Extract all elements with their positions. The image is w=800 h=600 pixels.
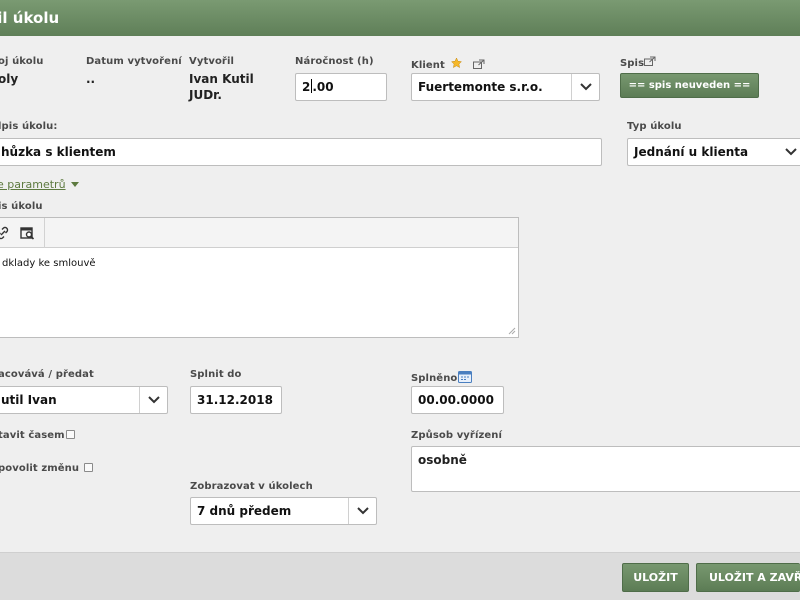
file-label: Spis: [620, 56, 656, 69]
effort-value-int: 2: [302, 80, 311, 94]
description-label: is úkolu: [0, 201, 43, 212]
task-title-label: lpis úkolu:: [0, 121, 58, 132]
done-date-label: Splněno: [411, 369, 473, 386]
task-detail-form: oj úkolu oly Datum vytvoření .. Vytvořil…: [0, 36, 800, 552]
done-date-label-text: Splněno: [411, 373, 458, 384]
task-type-select[interactable]: Jednání u klienta: [627, 138, 800, 166]
client-select[interactable]: Fuertemonte s.r.o.: [411, 73, 600, 101]
link-icon[interactable]: [0, 222, 14, 244]
created-by-name: Ivan Kutil: [189, 72, 254, 86]
star-icon[interactable]: [450, 57, 467, 72]
resolution-label: Způsob vyřízení: [411, 430, 503, 441]
created-date-value: ..: [86, 72, 96, 86]
task-title-input[interactable]: hůzka s klientem: [0, 138, 602, 166]
open-external-icon[interactable]: [644, 56, 656, 69]
show-in-tasks-label: Zobrazovat v úkolech: [190, 481, 313, 492]
assignee-label: acovává / předat: [0, 369, 94, 380]
task-number-value: oly: [0, 72, 19, 86]
more-parameters-link[interactable]: e parametrů: [0, 178, 79, 191]
window-title: tail úkolu: [0, 9, 60, 27]
stop-by-time-label: tavit časem: [0, 430, 65, 441]
task-type-label: Typ úkolu: [627, 121, 682, 132]
calendar-icon[interactable]: [458, 371, 473, 386]
effort-input[interactable]: 2.00: [295, 73, 387, 101]
client-label-text: Klient: [411, 60, 445, 71]
open-external-icon[interactable]: [473, 59, 485, 72]
more-parameters-text: e parametrů: [0, 178, 66, 191]
task-number-label: oj úkolu: [0, 56, 44, 67]
created-by-title: JUDr.: [189, 88, 222, 102]
chevron-down-icon[interactable]: [348, 498, 376, 524]
description-editor[interactable]: dklady ke smlouvě: [0, 217, 519, 338]
show-in-tasks-value: 7 dnů předem: [197, 504, 292, 518]
resize-handle-icon[interactable]: [508, 327, 516, 335]
due-date-label: Splnit do: [190, 369, 242, 380]
effort-label: Náročnost (h): [295, 56, 374, 67]
effort-value-dec: .00: [312, 80, 334, 94]
stop-by-time-option[interactable]: tavit časem: [0, 430, 75, 441]
stop-by-time-checkbox[interactable]: [65, 430, 75, 439]
task-type-value: Jednání u klienta: [634, 145, 749, 159]
created-date-label: Datum vytvoření: [86, 56, 182, 67]
file-label-text: Spis: [620, 58, 645, 69]
window-titlebar: tail úkolu: [0, 0, 800, 36]
save-button[interactable]: ULOŽIT: [622, 563, 689, 592]
dialog-footer: ULOŽIT ULOŽIT A ZAVŘÍT: [0, 552, 800, 600]
file-select-button[interactable]: == spis neuveden ==: [620, 73, 759, 98]
due-date-input[interactable]: 31.12.2018: [190, 386, 282, 414]
show-in-tasks-select[interactable]: 7 dnů předem: [190, 497, 377, 525]
created-by-label: Vytvořil: [189, 56, 235, 67]
client-label: Klient: [411, 56, 485, 71]
find-replace-icon[interactable]: [17, 222, 39, 244]
resolution-input[interactable]: osobně: [411, 446, 800, 492]
save-and-close-button[interactable]: ULOŽIT A ZAVŘÍT: [696, 563, 800, 592]
chevron-down-icon[interactable]: [571, 74, 599, 100]
assignee-value: util Ivan: [1, 393, 57, 407]
toolbar-separator: [44, 218, 45, 248]
editor-content[interactable]: dklady ke smlouvě: [0, 248, 518, 279]
assignee-select[interactable]: util Ivan: [0, 386, 168, 414]
caret-down-icon: [70, 182, 79, 187]
editor-toolbar: [0, 218, 518, 248]
chevron-down-icon[interactable]: [777, 139, 800, 165]
allow-change-option[interactable]: povolit změnu: [0, 463, 93, 474]
client-select-value: Fuertemonte s.r.o.: [418, 80, 543, 94]
allow-change-label: povolit změnu: [0, 463, 80, 474]
chevron-down-icon[interactable]: [139, 387, 167, 413]
done-date-input[interactable]: 00.00.0000: [411, 386, 504, 414]
allow-change-checkbox[interactable]: [83, 463, 93, 472]
